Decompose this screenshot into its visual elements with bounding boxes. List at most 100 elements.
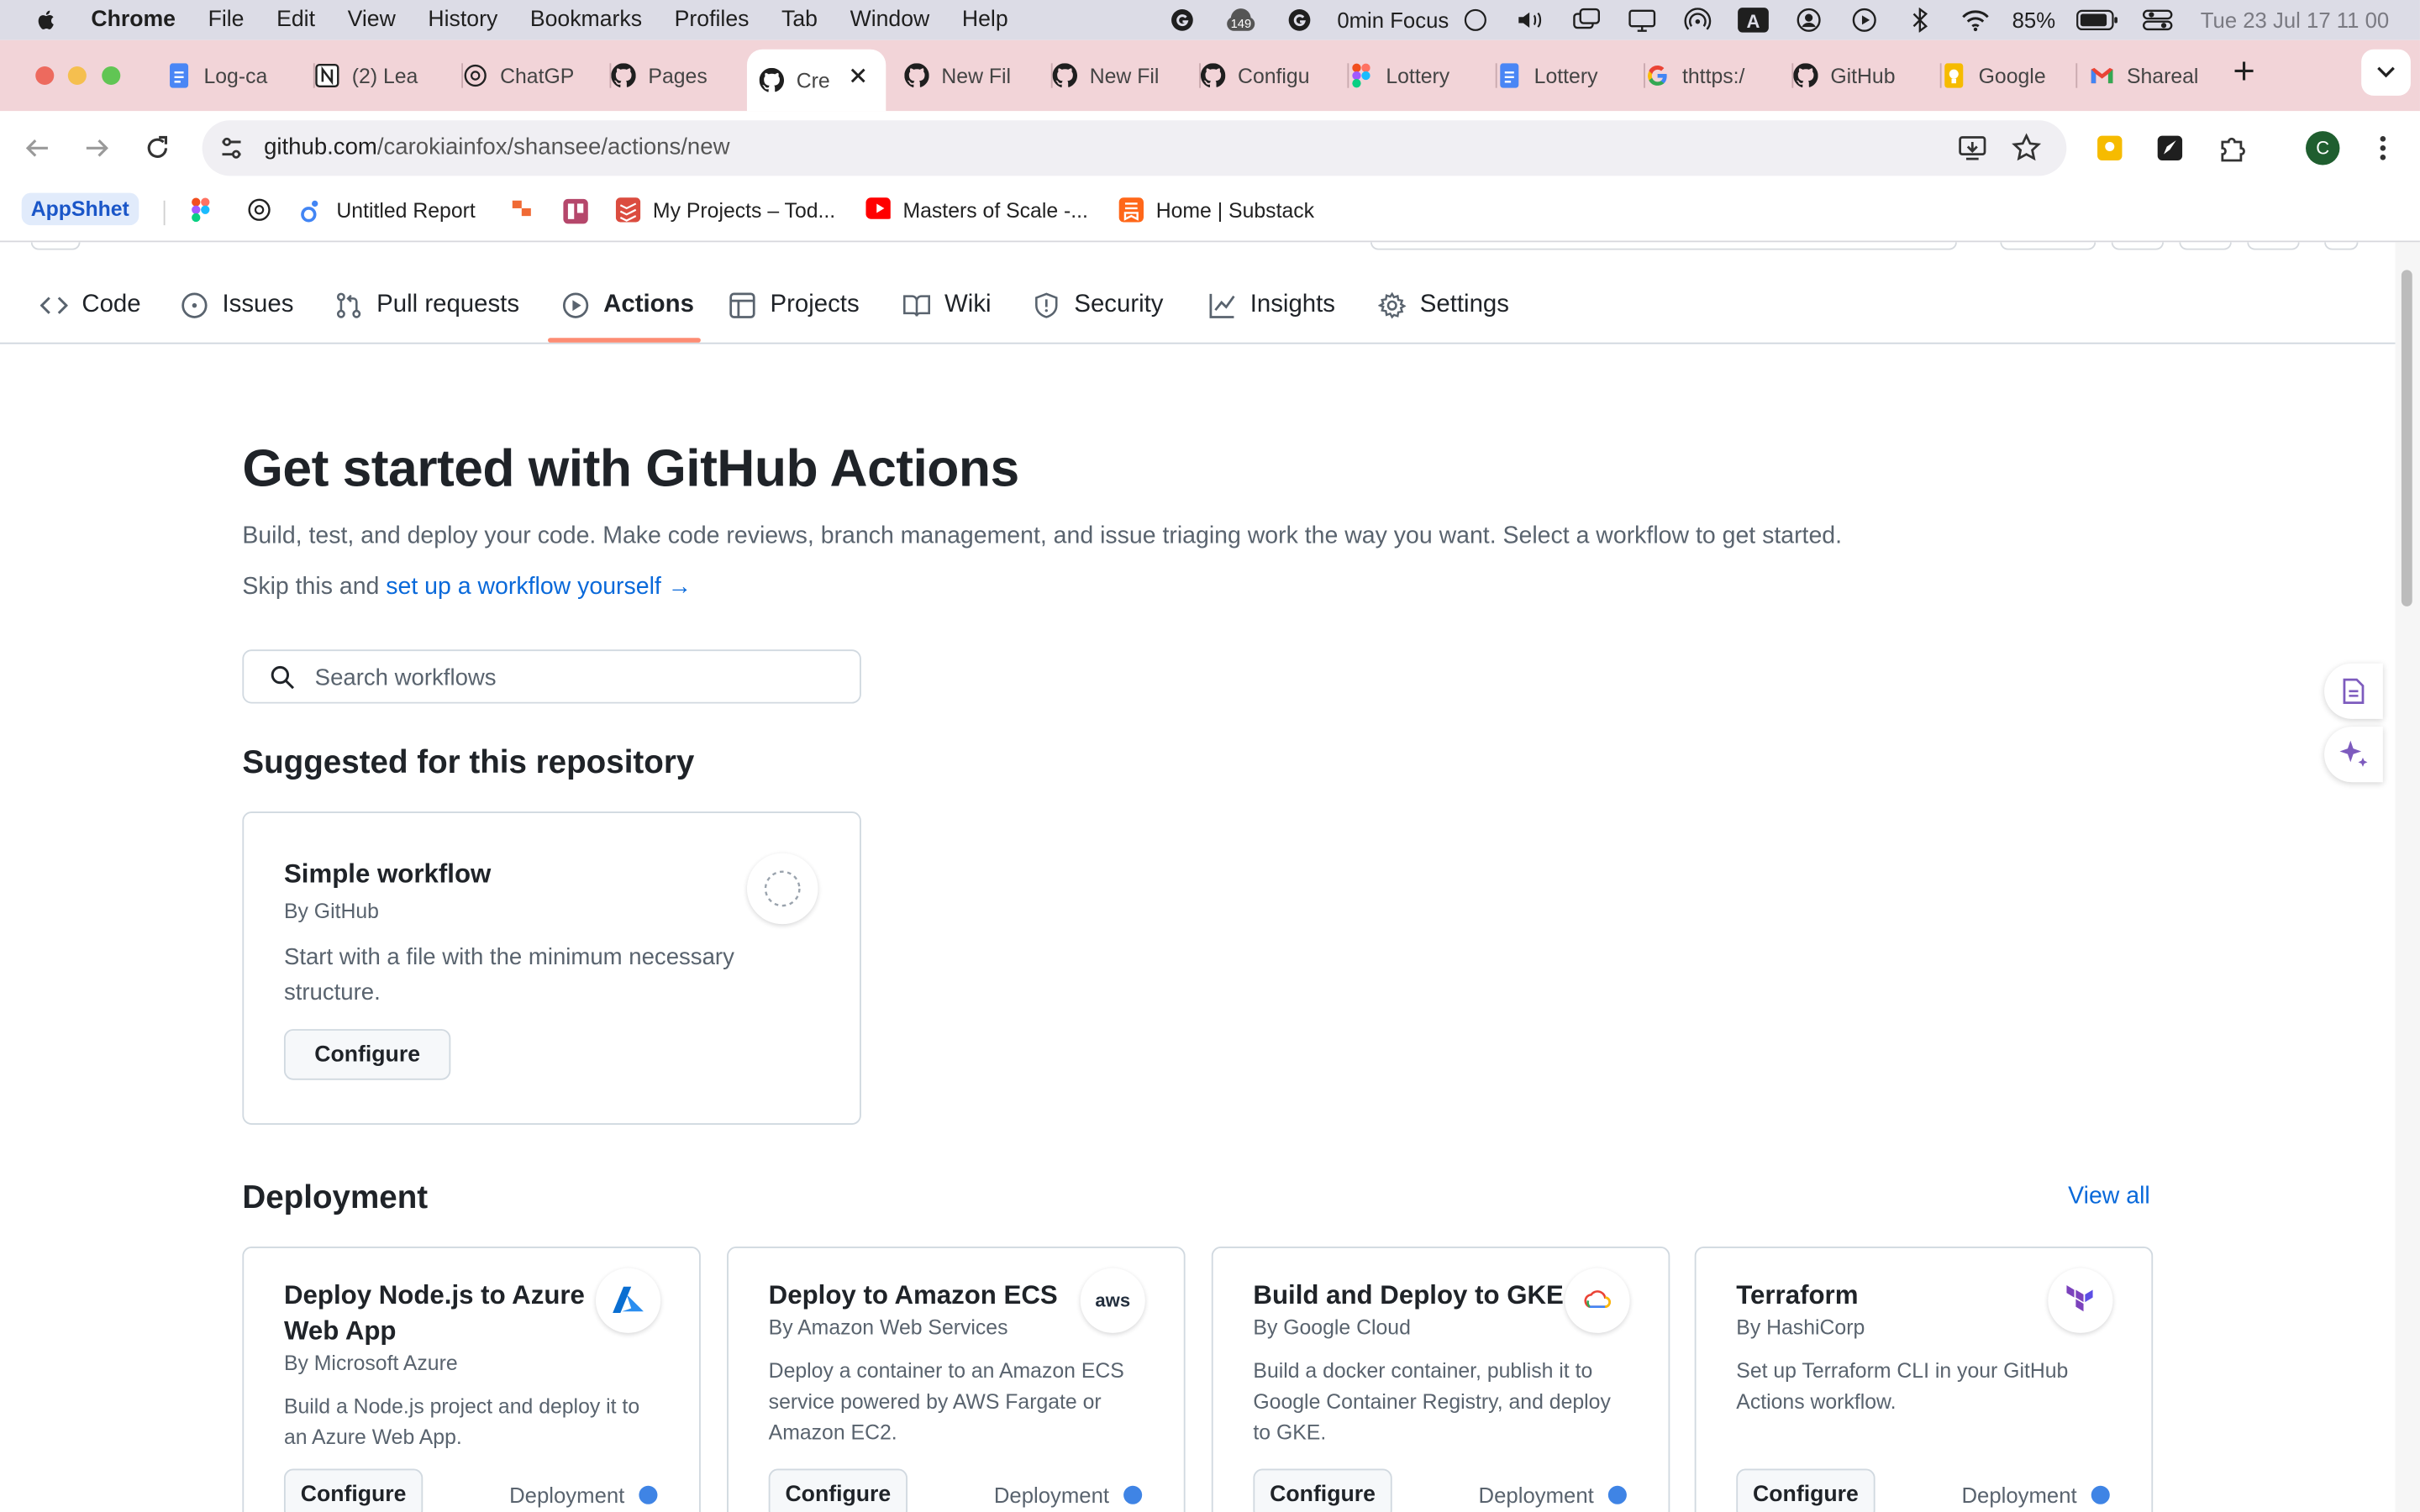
tab-insights[interactable]: Insights [1208, 270, 1335, 339]
tab-pull-requests[interactable]: Pull requests [335, 270, 519, 339]
tab-log-ca[interactable]: Log-ca [166, 50, 315, 102]
header-avatar-remnant [2324, 242, 2359, 250]
back-button[interactable] [18, 129, 55, 166]
tab-github[interactable]: GitHub [1793, 50, 1942, 102]
tab-lottery-figma[interactable]: Lottery [1349, 50, 1497, 102]
control-center-icon[interactable] [2140, 8, 2174, 32]
compose-extension-icon[interactable] [2154, 133, 2186, 164]
tab-new-file-1[interactable]: New Fil [904, 50, 1053, 102]
tab-create-active[interactable]: Cre [746, 49, 886, 112]
bookmark-orange-app[interactable] [509, 197, 534, 222]
airdrop-icon[interactable] [1681, 8, 1714, 32]
grammarly-icon[interactable] [1165, 8, 1199, 32]
bookmark-substack[interactable]: Home | Substack [1118, 197, 1314, 223]
setup-workflow-link-text: set up a workflow yourself [386, 574, 661, 601]
scrollbar-thumb[interactable] [2401, 270, 2412, 606]
user-account-icon[interactable] [1791, 8, 1825, 32]
menu-edit[interactable]: Edit [276, 8, 315, 32]
tab-chatgpt[interactable]: ChatGP [463, 50, 612, 102]
configure-azure-button[interactable]: Configure [283, 1468, 424, 1512]
macos-menu-bar: Chrome File Edit View History Bookmarks … [0, 0, 2420, 40]
tab-gmail[interactable]: Shareal [2090, 50, 2213, 102]
category-dot [638, 1485, 657, 1504]
configure-simple-workflow-button[interactable]: Configure [283, 1029, 451, 1080]
tab-settings[interactable]: Settings [1378, 270, 1509, 339]
configure-amazon-ecs-button[interactable]: Configure [768, 1468, 908, 1512]
search-workflows-field[interactable] [242, 649, 861, 704]
tab-notion[interactable]: (2) Lea [315, 50, 464, 102]
ai-assistant-button[interactable] [2324, 727, 2383, 783]
display-icon[interactable] [1625, 8, 1659, 32]
bookmark-chatgpt[interactable] [247, 197, 271, 222]
bookmark-appsheet[interactable]: AppShhet [21, 192, 139, 226]
bookmark-masters-of-scale[interactable]: Masters of Scale -... [865, 197, 1088, 222]
menu-bookmarks[interactable]: Bookmarks [530, 8, 642, 32]
keep-extension-icon[interactable] [2094, 133, 2125, 164]
view-all-deployment-link[interactable]: View all [2068, 1184, 2150, 1211]
tab-projects[interactable]: Projects [729, 270, 860, 339]
bookmark-figma[interactable] [192, 197, 210, 223]
bluetooth-icon[interactable] [1902, 8, 1936, 33]
site-settings-icon[interactable] [216, 133, 247, 164]
tab-lottery-docs[interactable]: Lottery [1497, 50, 1645, 102]
menu-clock[interactable]: Tue 23 Jul 17 11 00 [2201, 8, 2389, 32]
apple-logo-icon[interactable] [34, 8, 58, 32]
code-icon [39, 296, 68, 313]
bookmark-my-projects[interactable]: My Projects – Tod... [615, 197, 835, 223]
configure-gke-button[interactable]: Configure [1253, 1468, 1392, 1512]
menu-app-name[interactable]: Chrome [91, 8, 176, 32]
reload-button[interactable] [139, 129, 176, 166]
search-workflows-input[interactable] [312, 657, 843, 698]
new-tab-button[interactable] [2233, 55, 2255, 91]
setup-workflow-yourself-link[interactable]: set up a workflow yourself → [386, 574, 692, 600]
menu-tab[interactable]: Tab [781, 8, 818, 32]
grammarly-alt-icon[interactable] [1283, 8, 1317, 32]
tab-code[interactable]: Code [39, 270, 141, 339]
tab-actions[interactable]: Actions [562, 270, 694, 339]
volume-icon[interactable] [1513, 8, 1547, 32]
tab-issues[interactable]: Issues [181, 270, 293, 339]
tab-google-search[interactable]: thttps:/ [1645, 50, 1794, 102]
trello-icon [563, 198, 588, 224]
window-minimize-button[interactable] [67, 66, 87, 86]
menu-profiles[interactable]: Profiles [675, 8, 750, 32]
tab-pages[interactable]: Pages [611, 50, 747, 102]
keyboard-input-icon[interactable]: A [1736, 8, 1770, 33]
profile-avatar[interactable]: C [2306, 131, 2340, 165]
battery-icon[interactable] [2075, 8, 2118, 32]
extensions-puzzle-icon[interactable] [2217, 133, 2248, 164]
bookmark-trello[interactable] [562, 197, 590, 225]
tab-configure[interactable]: Configu [1200, 50, 1349, 102]
focus-circle-icon[interactable] [1458, 8, 1491, 32]
figma-icon [1349, 63, 1373, 88]
window-close-button[interactable] [35, 66, 55, 86]
bookmark-untitled-report[interactable]: Untitled Report [299, 197, 476, 223]
menu-window[interactable]: Window [850, 8, 930, 32]
forward-button[interactable] [79, 129, 116, 166]
menu-view[interactable]: View [348, 8, 396, 32]
tab-search-button[interactable] [2361, 49, 2411, 96]
install-app-icon[interactable] [1957, 133, 1988, 164]
window-zoom-button[interactable] [102, 66, 121, 86]
side-panel-button[interactable] [2324, 663, 2383, 719]
table-icon [729, 291, 755, 318]
bookmark-star-icon[interactable] [2011, 133, 2042, 164]
page-scrollbar[interactable] [2395, 242, 2420, 1512]
tab-wiki[interactable]: Wiki [902, 270, 992, 339]
tab-close-icon[interactable] [849, 66, 867, 90]
menu-file[interactable]: File [208, 8, 245, 32]
menu-help[interactable]: Help [962, 8, 1008, 32]
window-switcher-icon[interactable] [1569, 8, 1602, 32]
menu-history[interactable]: History [428, 8, 497, 32]
tab-new-file-2[interactable]: New Fil [1052, 50, 1201, 102]
tab-security[interactable]: Security [1033, 270, 1163, 339]
chrome-menu-icon[interactable] [2367, 133, 2398, 164]
url-text[interactable]: github.com/carokiainfox/shansee/actions/… [264, 134, 729, 160]
address-bar[interactable]: github.com/carokiainfox/shansee/actions/… [202, 120, 2067, 176]
notification-counter-icon[interactable]: 149 [1222, 8, 1262, 32]
play-circle-icon[interactable] [1847, 8, 1881, 32]
tab-google-keep[interactable]: Google [1942, 50, 2078, 102]
configure-terraform-button[interactable]: Configure [1736, 1468, 1876, 1512]
wifi-icon[interactable] [1958, 8, 1991, 32]
focus-timer[interactable]: 0min Focus [1337, 8, 1449, 32]
